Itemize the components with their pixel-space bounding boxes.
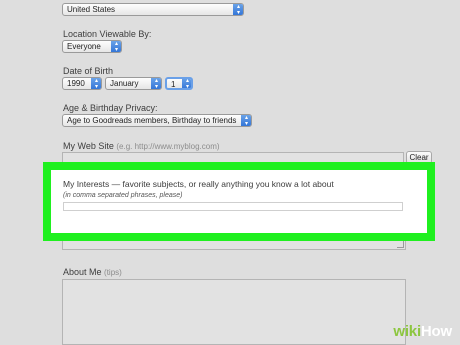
dob-label: Date of Birth [63,66,114,76]
profile-edit-page: { "country": { "value": "United States" … [0,0,460,345]
wikihow-watermark: wikiHow [393,323,452,340]
website-hint: (e.g. http://www.myblog.com) [116,142,220,151]
website-label: My Web Site [63,141,114,151]
dob-day-value: 1 [171,80,176,89]
about-textarea[interactable] [62,279,406,345]
chevron-updown-icon: ▴ ▾ [111,41,121,52]
chevron-updown-icon: ▴ ▾ [151,78,161,89]
dob-month-value: January [110,79,139,88]
chevron-updown-icon: ▴ ▾ [182,79,191,88]
chevron-updown-icon: ▴ ▾ [233,4,243,15]
dob-year-select[interactable]: 1990 ▴ ▾ [62,77,102,90]
interests-input[interactable] [63,202,403,211]
website-label-row: My Web Site (e.g. http://www.myblog.com) [63,141,220,151]
country-select-value: United States [67,5,116,14]
dob-day-select[interactable]: 1 ▴ ▾ [165,77,193,90]
privacy-label: Age & Birthday Privacy: [63,103,158,113]
country-select[interactable]: United States ▴ ▾ [62,3,244,16]
watermark-how-text: How [420,323,452,340]
dob-year-value: 1990 [67,79,85,88]
chevron-updown-icon: ▴ ▾ [91,78,101,89]
interests-label: My Interests — favorite subjects, or rea… [63,179,334,189]
textarea-resize-handle[interactable] [397,241,404,248]
privacy-value: Age to Goodreads members, Birthday to fr… [67,116,237,125]
about-hint: (tips) [104,268,122,277]
privacy-select[interactable]: Age to Goodreads members, Birthday to fr… [62,114,252,127]
interests-hint: (in comma separated phrases, please) [63,192,183,199]
watermark-wiki-text: wiki [393,323,421,340]
location-viewable-value: Everyone [67,42,101,51]
about-label: About Me [63,267,102,277]
about-label-row: About Me (tips) [63,267,122,277]
location-viewable-select[interactable]: Everyone ▴ ▾ [62,40,122,53]
location-viewable-label: Location Viewable By: [63,29,152,39]
chevron-updown-icon: ▴ ▾ [241,115,251,126]
interests-highlight-box: My Interests — favorite subjects, or rea… [43,162,435,241]
dob-month-select[interactable]: January ▴ ▾ [105,77,162,90]
